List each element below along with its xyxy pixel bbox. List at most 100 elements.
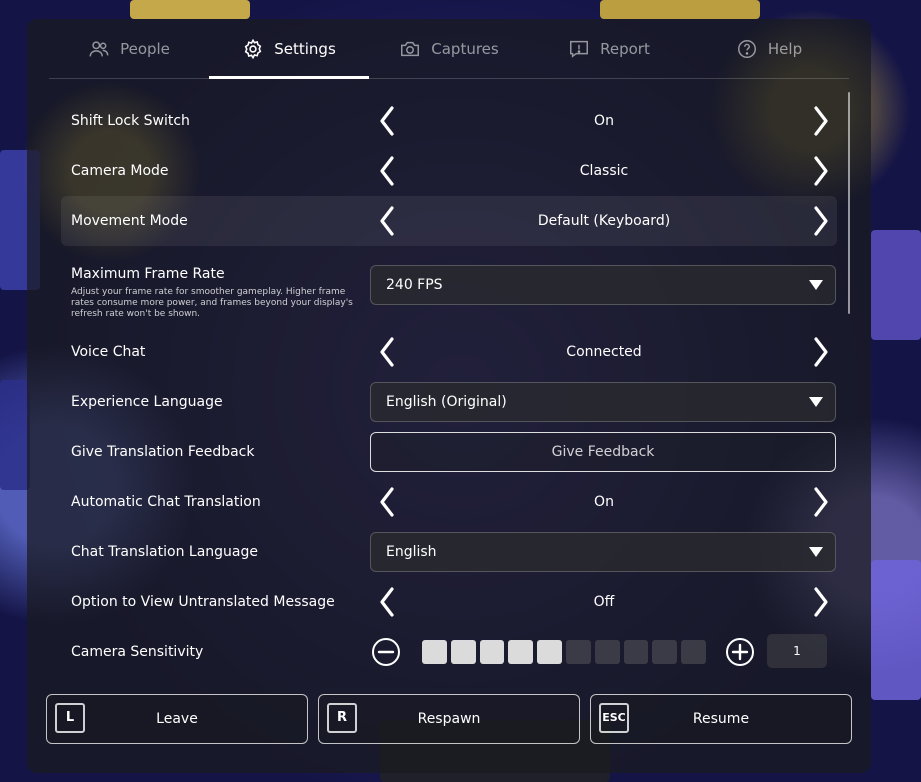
setting-camera-sensitivity: Camera Sensitivity 1 — [61, 627, 837, 677]
setting-experience-language: Experience Language English (Original) — [61, 377, 837, 427]
chat-translation-language-dropdown[interactable]: English — [370, 532, 836, 572]
next-option-button[interactable] — [805, 336, 837, 368]
gear-icon — [244, 38, 262, 59]
people-icon — [89, 40, 109, 56]
minus-circle-icon[interactable] — [371, 637, 401, 667]
plus-circle-icon[interactable] — [725, 637, 755, 667]
setting-camera-mode: Camera Mode Classic — [61, 146, 837, 196]
chevron-right-icon — [814, 156, 828, 186]
tab-label: Settings — [274, 39, 336, 58]
caret-down-icon — [809, 397, 823, 407]
tab-bar: People Settings Captures Report Help — [49, 19, 849, 79]
next-option-button[interactable] — [805, 155, 837, 187]
dropdown-value: English — [386, 544, 437, 560]
setting-label: Movement Mode — [71, 213, 188, 229]
sensitivity-value-input[interactable]: 1 — [767, 634, 827, 668]
setting-shift-lock: Shift Lock Switch On — [61, 96, 837, 146]
setting-label: Chat Translation Language — [71, 544, 258, 560]
tab-captures[interactable]: Captures — [369, 19, 529, 78]
report-icon — [570, 40, 589, 58]
setting-description: Adjust your frame rate for smoother game… — [71, 287, 353, 319]
next-option-button[interactable] — [805, 486, 837, 518]
setting-movement-mode: Movement Mode Default (Keyboard) — [61, 196, 837, 246]
button-label: Respawn — [417, 711, 481, 727]
tab-label: Captures — [431, 39, 499, 58]
tab-label: Report — [600, 39, 650, 58]
sensitivity-segment[interactable] — [652, 640, 678, 664]
experience-language-dropdown[interactable]: English (Original) — [370, 382, 836, 422]
caret-down-icon — [809, 547, 823, 557]
dropdown-value: 240 FPS — [386, 277, 443, 293]
setting-value: Connected — [566, 344, 642, 360]
setting-untranslated-message: Option to View Untranslated Message Off — [61, 577, 837, 627]
chevron-left-icon — [380, 206, 394, 236]
sensitivity-segment[interactable] — [681, 640, 706, 664]
sensitivity-segment[interactable] — [565, 640, 591, 664]
sensitivity-segment[interactable] — [537, 640, 562, 664]
chevron-right-icon — [814, 587, 828, 617]
chevron-left-icon — [380, 587, 394, 617]
tab-people[interactable]: People — [49, 19, 209, 78]
next-option-button[interactable] — [805, 105, 837, 137]
settings-panel: People Settings Captures Report Help Shi… — [27, 19, 871, 773]
previous-option-button[interactable] — [371, 336, 403, 368]
leave-button[interactable]: L Leave — [46, 694, 308, 744]
chevron-left-icon — [380, 156, 394, 186]
setting-value: Classic — [579, 163, 629, 179]
chevron-right-icon — [814, 487, 828, 517]
setting-label: Option to View Untranslated Message — [71, 594, 335, 610]
dropdown-value: English (Original) — [386, 394, 507, 410]
setting-label: Camera Mode — [71, 163, 169, 179]
setting-label: Camera Sensitivity — [71, 644, 204, 660]
setting-label: Shift Lock Switch — [71, 113, 190, 129]
chevron-right-icon — [814, 337, 828, 367]
setting-voice-chat: Voice Chat Connected — [61, 327, 837, 377]
sensitivity-slider[interactable] — [422, 640, 706, 664]
chevron-left-icon — [380, 106, 394, 136]
sensitivity-segment[interactable] — [508, 640, 534, 664]
next-option-button[interactable] — [805, 586, 837, 618]
sensitivity-segment[interactable] — [450, 640, 476, 664]
chevron-right-icon — [814, 106, 828, 136]
chevron-left-icon — [380, 487, 394, 517]
help-icon — [737, 39, 756, 58]
next-option-button[interactable] — [805, 205, 837, 237]
sensitivity-segment[interactable] — [623, 640, 649, 664]
camera-icon — [401, 41, 420, 56]
setting-label: Voice Chat — [71, 344, 146, 360]
setting-label: Experience Language — [71, 394, 223, 410]
previous-option-button[interactable] — [371, 486, 403, 518]
chevron-left-icon — [380, 337, 394, 367]
chevron-right-icon — [814, 206, 828, 236]
setting-label: Give Translation Feedback — [71, 444, 255, 460]
setting-value: On — [594, 494, 614, 510]
setting-value: Default (Keyboard) — [537, 213, 671, 229]
setting-chat-translation-language: Chat Translation Language English — [61, 527, 837, 577]
sensitivity-segment[interactable] — [594, 640, 620, 664]
previous-option-button[interactable] — [371, 155, 403, 187]
tab-settings[interactable]: Settings — [209, 19, 369, 79]
sensitivity-segment[interactable] — [479, 640, 505, 664]
previous-option-button[interactable] — [371, 205, 403, 237]
setting-label: Automatic Chat Translation — [71, 494, 261, 510]
setting-value: Off — [593, 594, 615, 610]
button-label: Leave — [156, 711, 198, 727]
tab-label: Help — [767, 39, 803, 58]
setting-auto-chat-translation: Automatic Chat Translation On — [61, 477, 837, 527]
sensitivity-segment[interactable] — [422, 640, 447, 664]
scrollbar[interactable] — [848, 92, 850, 314]
tab-help[interactable]: Help — [689, 19, 849, 78]
give-feedback-button[interactable]: Give Feedback — [370, 432, 836, 472]
setting-value: On — [594, 113, 614, 129]
setting-frame-rate: Maximum Frame Rate Adjust your frame rat… — [61, 259, 837, 319]
tab-label: People — [120, 39, 170, 58]
resume-button[interactable]: ESC Resume — [590, 694, 852, 744]
respawn-button[interactable]: R Respawn — [318, 694, 580, 744]
setting-label: Maximum Frame Rate — [71, 266, 225, 282]
setting-translation-feedback: Give Translation Feedback Give Feedback — [61, 427, 837, 477]
previous-option-button[interactable] — [371, 586, 403, 618]
caret-down-icon — [809, 280, 823, 290]
frame-rate-dropdown[interactable]: 240 FPS — [370, 265, 836, 305]
tab-report[interactable]: Report — [529, 19, 689, 78]
previous-option-button[interactable] — [371, 105, 403, 137]
